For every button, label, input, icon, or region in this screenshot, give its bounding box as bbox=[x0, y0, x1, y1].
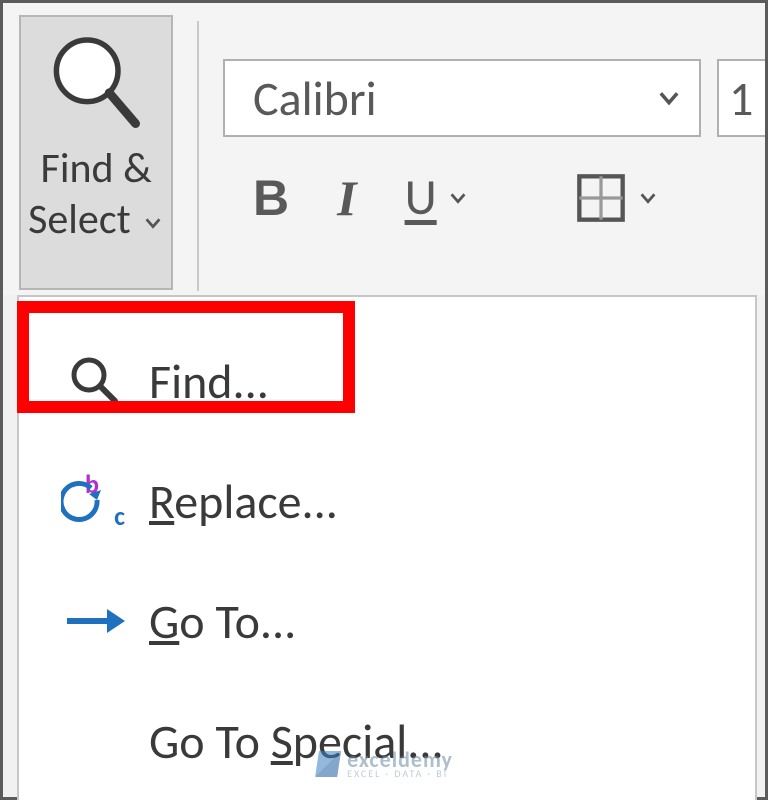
chevron-down-icon bbox=[655, 84, 683, 112]
font-name-select[interactable]: Calibri bbox=[223, 59, 701, 137]
find-select-button[interactable]: Find & Select bbox=[19, 15, 173, 290]
search-icon bbox=[41, 29, 151, 139]
replace-icon: b c bbox=[63, 474, 127, 528]
menu-item-goto-special[interactable]: Go To Special... bbox=[19, 681, 755, 800]
ribbon-section: Find & Select Calibri 1 B I U bbox=[3, 3, 765, 295]
menu-item-replace[interactable]: b c Replace... bbox=[19, 441, 755, 561]
menu-item-label: Find... bbox=[137, 352, 269, 411]
chevron-down-icon bbox=[637, 187, 659, 209]
borders-icon bbox=[575, 172, 627, 224]
find-select-label: Find & Select bbox=[28, 143, 164, 245]
search-icon bbox=[67, 353, 123, 409]
menu-item-find[interactable]: Find... bbox=[19, 321, 755, 441]
find-select-dropdown: Find... b c Replace... Go To... Go To Sp bbox=[17, 295, 757, 800]
menu-item-label: Go To... bbox=[137, 592, 296, 651]
menu-item-label: Replace... bbox=[137, 472, 338, 531]
font-group: Calibri 1 B I U bbox=[223, 15, 765, 228]
bold-button[interactable]: B bbox=[253, 169, 289, 227]
borders-button[interactable] bbox=[575, 172, 659, 224]
italic-button[interactable]: I bbox=[331, 169, 362, 227]
underline-button[interactable]: U bbox=[405, 167, 469, 228]
font-size-select[interactable]: 1 bbox=[717, 59, 765, 137]
font-name-value: Calibri bbox=[253, 69, 377, 128]
ribbon-divider bbox=[197, 21, 199, 291]
arrow-right-icon bbox=[63, 601, 127, 641]
menu-item-label: Go To Special... bbox=[137, 712, 444, 771]
menu-item-goto[interactable]: Go To... bbox=[19, 561, 755, 681]
chevron-down-icon bbox=[447, 187, 469, 209]
chevron-down-icon bbox=[142, 212, 164, 234]
